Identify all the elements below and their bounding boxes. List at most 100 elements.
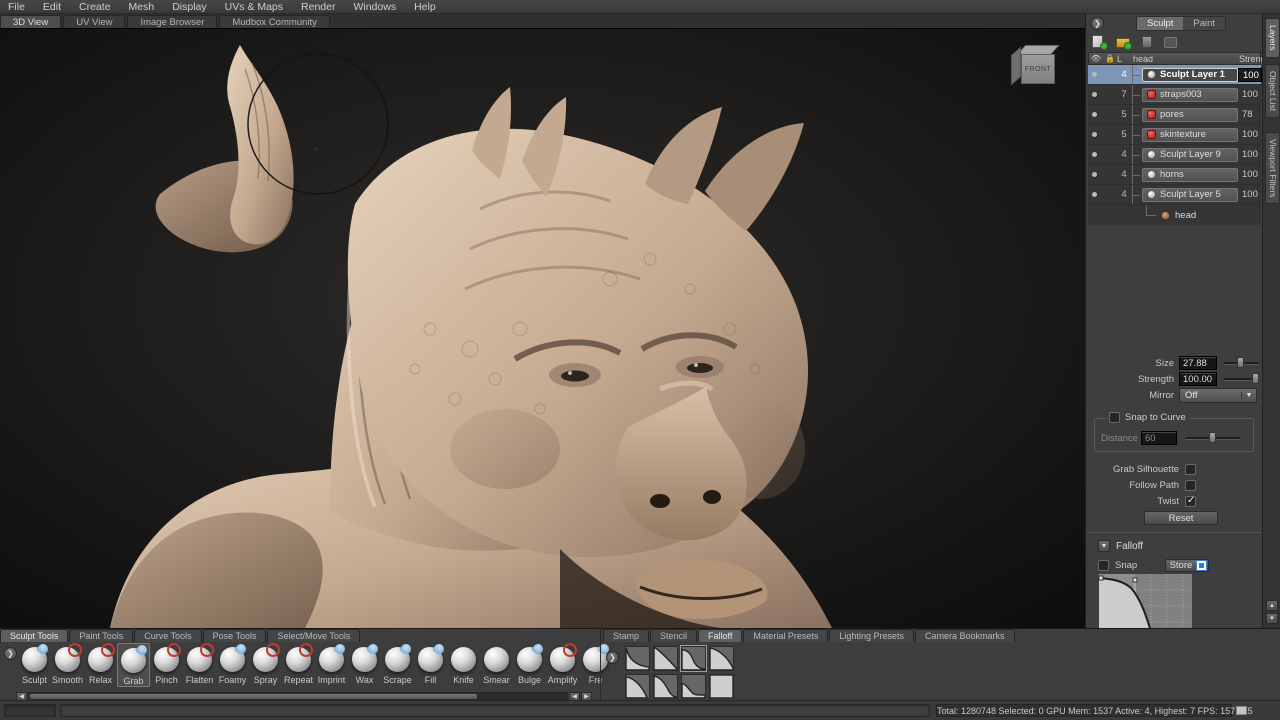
display-icon[interactable] <box>1164 35 1179 49</box>
tool-foamy[interactable]: Foamy <box>216 643 249 685</box>
layer-strength-value[interactable]: 100 <box>1238 149 1264 160</box>
falloff-preset-6[interactable] <box>653 674 678 699</box>
falloff-preset-1[interactable] <box>625 646 650 671</box>
follow-path-checkbox[interactable] <box>1185 480 1196 491</box>
tab-mudbox-community[interactable]: Mudbox Community <box>219 15 329 28</box>
falloff-preset-3-selected[interactable] <box>681 646 706 671</box>
tool-fill[interactable]: Fill <box>414 643 447 685</box>
tool-wax[interactable]: Wax <box>348 643 381 685</box>
layer-strength-value[interactable]: 100 <box>1238 129 1264 140</box>
tool-relax[interactable]: Relax <box>84 643 117 685</box>
side-tab-layers[interactable]: Layers <box>1265 18 1280 58</box>
layer-visibility-dot[interactable] <box>1092 172 1097 177</box>
mirror-dropdown[interactable]: Off ▼ <box>1179 388 1257 403</box>
visibility-eye-icon[interactable]: 👁 <box>1089 54 1103 63</box>
strength-slider[interactable] <box>1223 378 1259 381</box>
side-tab-object-list[interactable]: Object List <box>1265 64 1280 118</box>
falloff-snap-checkbox[interactable] <box>1098 560 1109 571</box>
grab-silhouette-checkbox[interactable] <box>1185 464 1196 475</box>
snap-to-curve-checkbox[interactable] <box>1109 412 1120 423</box>
scroll-down-icon[interactable]: ▼ <box>1266 613 1278 624</box>
tool-sculpt[interactable]: Sculpt <box>18 643 51 685</box>
tab-lighting-presets[interactable]: Lighting Presets <box>829 629 914 642</box>
falloff-preset-7[interactable] <box>681 674 706 699</box>
tab-select-move-tools[interactable]: Select/Move Tools <box>267 629 360 642</box>
menu-uvs-maps[interactable]: UVs & Maps <box>225 1 283 13</box>
falloff-preset-8[interactable] <box>709 674 734 699</box>
tab-paint-layers[interactable]: Paint <box>1183 17 1225 30</box>
menu-edit[interactable]: Edit <box>43 1 61 13</box>
layer-row-sculpt-layer-9[interactable]: 4 Sculpt Layer 9 100 <box>1088 145 1261 165</box>
tool-bulge[interactable]: Bulge <box>513 643 546 685</box>
strength-value[interactable]: 100.00 <box>1179 372 1217 386</box>
tab-falloff[interactable]: Falloff <box>698 629 742 642</box>
tool-repeat[interactable]: Repeat <box>282 643 315 685</box>
layer-visibility-dot[interactable] <box>1092 112 1097 117</box>
tab-uv-view[interactable]: UV View <box>63 15 125 28</box>
falloff-preset-5[interactable] <box>625 674 650 699</box>
layer-visibility-dot[interactable] <box>1092 152 1097 157</box>
viewport-3d[interactable]: FRONT <box>0 28 1085 628</box>
tab-curve-tools[interactable]: Curve Tools <box>134 629 201 642</box>
tool-grab[interactable]: Grab <box>117 643 150 687</box>
size-slider[interactable] <box>1223 362 1259 365</box>
tab-camera-bookmarks[interactable]: Camera Bookmarks <box>915 629 1015 642</box>
falloff-preset-4[interactable] <box>709 646 734 671</box>
layer-visibility-dot[interactable] <box>1092 192 1097 197</box>
lock-icon[interactable]: 🔒 <box>1103 54 1117 63</box>
scroll-up-icon[interactable]: ▲ <box>1266 600 1278 611</box>
tool-flatten[interactable]: Flatten <box>183 643 216 685</box>
tool-smooth[interactable]: Smooth <box>51 643 84 685</box>
menu-display[interactable]: Display <box>172 1 206 13</box>
view-cube[interactable]: FRONT <box>1011 45 1063 89</box>
tool-imprint[interactable]: Imprint <box>315 643 348 685</box>
panel-collapse-button[interactable]: ❯ <box>1091 17 1104 30</box>
tab-stencil[interactable]: Stencil <box>650 629 697 642</box>
scrollbar-thumb[interactable] <box>30 694 477 699</box>
tray-collapse-button[interactable]: ❯ <box>4 647 17 660</box>
tab-sculpt-layers[interactable]: Sculpt <box>1137 17 1183 30</box>
layer-row-head-mesh[interactable]: head <box>1088 205 1261 225</box>
collapse-triangle-icon[interactable]: ▼ <box>1098 540 1110 552</box>
tool-knife[interactable]: Knife <box>447 643 480 685</box>
size-value[interactable]: 27.88 <box>1179 356 1217 370</box>
tab-paint-tools[interactable]: Paint Tools <box>69 629 133 642</box>
layer-visibility-dot[interactable] <box>1092 132 1097 137</box>
layer-row-sculpt-layer-1[interactable]: 4 Sculpt Layer 1 100 <box>1088 65 1261 85</box>
tab-image-browser[interactable]: Image Browser <box>127 15 217 28</box>
twist-checkbox[interactable] <box>1185 496 1196 507</box>
reset-button[interactable]: Reset <box>1144 511 1218 525</box>
layer-strength-value[interactable]: 100 <box>1238 89 1264 100</box>
store-falloff-icon[interactable] <box>1196 560 1207 571</box>
falloff-preset-2[interactable] <box>653 646 678 671</box>
layer-row-pores[interactable]: 5 pores 78 <box>1088 105 1261 125</box>
view-cube-front-face[interactable]: FRONT <box>1021 54 1055 84</box>
menu-windows[interactable]: Windows <box>353 1 396 13</box>
layer-row-straps003[interactable]: 7 straps003 100 <box>1088 85 1261 105</box>
tool-spray[interactable]: Spray <box>249 643 282 685</box>
menu-help[interactable]: Help <box>414 1 436 13</box>
menu-file[interactable]: File <box>8 1 25 13</box>
layer-visibility-dot[interactable] <box>1092 92 1097 97</box>
tab-material-presets[interactable]: Material Presets <box>743 629 828 642</box>
side-tab-viewport-filters[interactable]: Viewport Filters <box>1265 132 1280 204</box>
layer-strength-value[interactable]: 100 <box>1238 189 1264 200</box>
falloff-tray-collapse-button[interactable]: ❯ <box>606 651 619 664</box>
tab-3d-view[interactable]: 3D View <box>0 15 61 28</box>
layer-visibility-dot[interactable] <box>1092 72 1097 77</box>
layer-row-sculpt-layer-5[interactable]: 4 Sculpt Layer 5 100 <box>1088 185 1261 205</box>
layer-strength-value[interactable]: 100 <box>1238 169 1264 180</box>
layer-strength-value[interactable]: 78 <box>1238 109 1264 120</box>
tool-freeze[interactable]: Fre <box>579 643 612 685</box>
delete-layer-icon[interactable] <box>1140 35 1155 49</box>
layer-row-skintexture[interactable]: 5 skintexture 100 <box>1088 125 1261 145</box>
layer-strength-value[interactable]: 100 <box>1238 68 1262 82</box>
tab-stamp[interactable]: Stamp <box>603 629 649 642</box>
new-layer-icon[interactable] <box>1092 35 1107 49</box>
menu-render[interactable]: Render <box>301 1 335 13</box>
menu-create[interactable]: Create <box>79 1 111 13</box>
tool-scrape[interactable]: Scrape <box>381 643 414 685</box>
new-folder-icon[interactable] <box>1116 35 1131 49</box>
view-cube-left-face[interactable] <box>1011 47 1021 85</box>
tool-smear[interactable]: Smear <box>480 643 513 685</box>
